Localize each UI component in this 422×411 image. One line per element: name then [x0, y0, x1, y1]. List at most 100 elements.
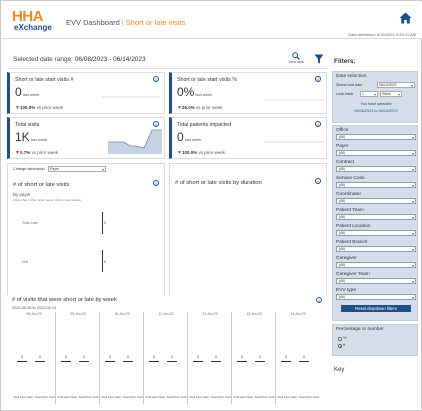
kpi-unit: last week	[195, 92, 213, 97]
week-day-date: 13-Jun-23	[246, 312, 262, 316]
date-range-label: Selected date range:	[13, 56, 73, 63]
filter-select-payer[interactable]: (All)	[336, 150, 416, 156]
filter-select-caregiver-team[interactable]: (All)	[336, 278, 416, 284]
week-day-column[interactable]: 10-Jun-23 0 0 Total Late Visits Total Sh…	[100, 312, 144, 404]
info-icon[interactable]: i	[315, 76, 321, 82]
change-dimension-select[interactable]: Payer	[48, 166, 106, 172]
kpi-short-late-start-count[interactable]: Short or late start visits # i 0last wee…	[7, 72, 165, 114]
week-day-date: 11-Jun-23	[158, 312, 174, 316]
look-back-label: Look back	[336, 92, 354, 96]
week-day-column[interactable]: 08-Jun-23 0 0 Total Late Visits Total Sh…	[12, 312, 56, 404]
page-title: EVV Dashboard | Short or late visits	[66, 18, 185, 27]
filter-label-patient-team: Patient Team	[336, 208, 364, 213]
radio-percent[interactable]	[338, 337, 342, 341]
filter-label-service-code: Service Code	[336, 176, 365, 181]
filter-label-payer: Payer	[336, 144, 349, 149]
week-day-column[interactable]: 12-Jun-23 0 0 Total Late Visits Total Sh…	[188, 312, 232, 404]
info-icon[interactable]: i	[153, 180, 159, 186]
filter-select-office[interactable]: (All)	[336, 134, 416, 140]
filter-label-coordinator: Coordinator	[336, 192, 362, 197]
filter-select-caregiver[interactable]: (All)	[336, 262, 416, 268]
kpi-change: ▼25.0% vs prior week	[177, 105, 223, 111]
filter-select-contract[interactable]: (All)	[336, 166, 416, 172]
payer-row-value: 0	[104, 260, 106, 264]
home-icon[interactable]	[399, 12, 412, 24]
week-col-b-label: Total Short Visits	[122, 395, 144, 399]
radio-number[interactable]	[338, 344, 342, 348]
end-date-input[interactable]: 06/14/2023	[377, 82, 415, 88]
info-icon[interactable]: i	[315, 178, 321, 184]
week-day-column[interactable]: 11-Jun-23 0 0 Total Late Visits Total Sh…	[144, 312, 188, 404]
week-bar-short	[299, 361, 309, 362]
payer-bar-axis	[102, 212, 103, 234]
week-bar-short	[211, 361, 221, 362]
week-col-a-label: Total Late Visits	[101, 395, 121, 399]
filter-select-service-code[interactable]: (All)	[336, 182, 416, 188]
filters-title: Filters:	[334, 58, 356, 65]
logo-exchange: eXchange	[14, 23, 52, 32]
week-col-b-label: Total Short Visits	[34, 395, 56, 399]
kpi-change: ▼100.0% vs prior week	[177, 150, 225, 156]
hhaexchange-logo: HHA eXchange	[12, 8, 56, 35]
week-day-column[interactable]: 14-Jun-23 0 0 Total Late Visits Total Sh…	[276, 312, 320, 404]
kpi-sparkline	[264, 99, 324, 101]
logo-hha: HHA	[12, 8, 44, 25]
select-end-date-label: Select end date	[336, 83, 363, 87]
reset-dropdown-filters-button[interactable]: Reset dropdown filters	[341, 305, 411, 312]
radio-percent-label: %	[343, 336, 347, 340]
kpi-short-late-start-percent[interactable]: Short or late start visits % i 0%last we…	[169, 72, 327, 114]
info-icon[interactable]: i	[315, 121, 321, 127]
info-icon[interactable]: i	[316, 297, 322, 303]
filter-label-patient-branch: Patient Branch	[336, 240, 368, 245]
filter-select-evv-type[interactable]: (All)	[336, 294, 416, 300]
kpi-change-vs: vs prior week	[31, 150, 58, 155]
week-day-value: 0	[285, 355, 287, 359]
week-day-value: 0	[171, 355, 173, 359]
filter-select-patient-team[interactable]: (All)	[336, 214, 416, 220]
date-range-value: 06/08/2023 - 06/14/2023	[74, 56, 146, 63]
week-col-a-label: Total Late Visits	[57, 395, 77, 399]
by-week-panel: # of visits that were short or late by w…	[7, 295, 327, 405]
week-col-a-label: Total Late Visits	[233, 395, 253, 399]
filter-label-patient-location: Patient Location	[336, 224, 371, 229]
kpi-unit: last week	[184, 137, 202, 142]
week-col-b-label: Total Short Visits	[254, 395, 276, 399]
week-day-value: 0	[153, 355, 155, 359]
week-day-value: 0	[127, 355, 129, 359]
kpi-total-visits[interactable]: Total visits i 1Klast week ▼0.7% vs prio…	[7, 117, 165, 159]
kpi-total-patients-impacted[interactable]: Total patients impacted i 0last week ▼10…	[169, 117, 327, 159]
week-day-value: 0	[259, 355, 261, 359]
look-back-input[interactable]: 1	[360, 91, 378, 97]
kpi-change-value: 100.0%	[181, 150, 198, 155]
kpi-unit: last week	[30, 137, 48, 142]
filter-icon[interactable]	[314, 54, 324, 64]
filter-select-patient-branch[interactable]: (All)	[336, 246, 416, 252]
kpi-change-value: 25.0%	[181, 105, 195, 110]
week-day-column[interactable]: 09-Jun-23 0 0 Total Late Visits Total Sh…	[56, 312, 100, 404]
filter-select-patient-location[interactable]: (All)	[336, 230, 416, 236]
week-day-value: 0	[215, 355, 217, 359]
kpi-title: Short or late start visits %	[177, 77, 238, 83]
week-bar-late	[61, 361, 71, 362]
week-bar-late	[17, 361, 27, 362]
selected-range: 06/08/2023 to 06/14/2023	[354, 109, 398, 113]
week-col-b-label: Total Short Visits	[298, 395, 320, 399]
kpi-sparkline	[102, 96, 160, 98]
kpi-number: 0	[177, 130, 184, 144]
week-col-a-label: Total Late Visits	[189, 395, 209, 399]
kpi-change-value: 100.0%	[19, 105, 36, 110]
filter-select-coordinator[interactable]: (All)	[336, 198, 416, 204]
you-have-selected-label: You have selected	[360, 102, 392, 106]
period-select[interactable]: Week	[380, 91, 402, 97]
week-col-a-label: Total Late Visits	[145, 395, 165, 399]
payer-row-label: N/A	[22, 260, 28, 264]
search-icon	[292, 52, 300, 60]
view-data-button[interactable]: View data	[287, 52, 305, 64]
date-range-text: Selected date range: 06/08/2023 - 06/14/…	[13, 56, 146, 63]
week-day-value: 0	[65, 355, 67, 359]
week-day-column[interactable]: 13-Jun-23 0 0 Total Late Visits Total Sh…	[232, 312, 276, 404]
info-icon[interactable]: i	[153, 76, 159, 82]
kpi-value: 0last week	[15, 85, 39, 99]
kpi-sparkline	[264, 141, 324, 143]
kpi-value: 0last week	[177, 130, 201, 144]
